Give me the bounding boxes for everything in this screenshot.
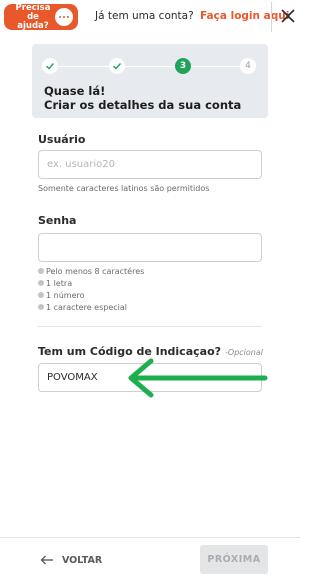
referral-label: Tem um Código de Indicaçao? -Opcional xyxy=(38,345,263,358)
bullet-icon xyxy=(38,292,44,298)
check-icon xyxy=(46,63,55,70)
close-icon[interactable] xyxy=(279,7,297,25)
login-prompt-text: Já tem uma conta? xyxy=(95,10,194,22)
step-1-complete xyxy=(42,58,58,74)
referral-label-text: Tem um Código de Indicaçao? xyxy=(38,345,222,358)
title-line-1: Quase lá! xyxy=(44,84,106,98)
password-label: Senha xyxy=(38,214,77,227)
next-button[interactable]: PRÓXIMA xyxy=(200,545,268,574)
password-rule: 1 letra xyxy=(38,277,144,289)
annotation-arrow-icon xyxy=(128,358,268,398)
step-2-complete xyxy=(109,58,125,74)
bullet-icon xyxy=(38,304,44,310)
bullet-icon xyxy=(38,280,44,286)
stepper-line xyxy=(50,66,250,67)
bullet-icon xyxy=(38,268,44,274)
login-prompt: Já tem uma conta? Faça login aqui xyxy=(95,10,289,22)
help-button-label: Precisa de ajuda? xyxy=(15,2,51,31)
progress-card: 3 4 Quase lá! Criar os detalhes da sua c… xyxy=(32,44,268,118)
password-rule: 1 número xyxy=(38,289,144,301)
password-rules: Pelo menos 8 caractéres 1 letra 1 número… xyxy=(38,265,144,313)
back-button[interactable]: VOLTAR xyxy=(40,550,102,570)
username-hint: Somente caracteres latinos são permitido… xyxy=(38,184,210,193)
username-label: Usuário xyxy=(38,133,86,146)
optional-tag: -Opcional xyxy=(225,348,263,357)
check-icon xyxy=(113,63,122,70)
password-rule: Pelo menos 8 caractéres xyxy=(38,265,144,277)
title-line-2: Criar os detalhes da sua conta xyxy=(44,98,242,112)
password-input[interactable] xyxy=(38,233,262,262)
login-link[interactable]: Faça login aqui xyxy=(200,10,289,22)
footer-divider xyxy=(0,537,300,538)
username-input[interactable] xyxy=(38,150,262,179)
arrow-left-icon xyxy=(40,555,53,565)
header-divider xyxy=(271,2,272,32)
chat-bubble-icon xyxy=(55,8,73,26)
step-3-active: 3 xyxy=(175,58,191,74)
help-button[interactable]: Precisa de ajuda? xyxy=(4,2,78,31)
page-title: Quase lá! Criar os detalhes da sua conta xyxy=(44,84,241,112)
section-divider xyxy=(38,326,262,327)
back-button-label: VOLTAR xyxy=(62,554,103,566)
step-4-pending: 4 xyxy=(240,58,256,74)
password-rule: 1 caractere especial xyxy=(38,301,144,313)
